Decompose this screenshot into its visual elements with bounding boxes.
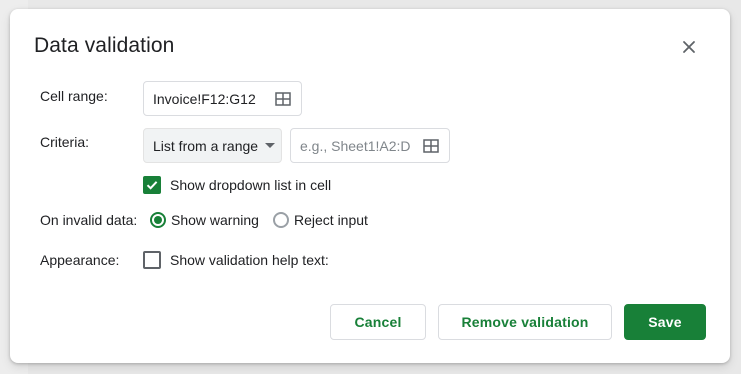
appearance-label: Appearance: [40,252,120,268]
criteria-label: Criteria: [40,134,90,150]
criteria-selected: List from a range [153,137,259,154]
on-invalid-label: On invalid data: [40,212,138,228]
checkmark-icon [146,181,158,190]
help-text-label: Show validation help text: [170,252,329,268]
cell-range-label: Cell range: [40,88,108,104]
help-text-checkbox[interactable] [143,251,161,269]
show-warning-radio[interactable] [150,212,166,228]
caret-down-icon [265,142,276,148]
grid-select-icon[interactable] [275,91,291,106]
show-warning-label: Show warning [171,212,259,228]
cancel-button[interactable]: Cancel [330,304,426,340]
criteria-range-placeholder: e.g., Sheet1!A2:D [300,137,411,154]
criteria-dropdown[interactable]: List from a range [143,128,282,163]
close-icon[interactable] [680,38,698,56]
save-button[interactable]: Save [624,304,706,340]
reject-input-label: Reject input [294,212,368,228]
show-dropdown-label: Show dropdown list in cell [170,177,332,193]
cell-range-input[interactable]: Invoice!F12:G12 [143,81,302,116]
remove-validation-button[interactable]: Remove validation [438,304,612,340]
show-dropdown-checkbox[interactable] [143,176,161,194]
grid-select-icon[interactable] [423,138,439,153]
dialog-title: Data validation [34,34,175,57]
criteria-range-input[interactable]: e.g., Sheet1!A2:D [290,128,450,163]
cell-range-value: Invoice!F12:G12 [153,90,256,107]
reject-input-radio[interactable] [273,212,289,228]
data-validation-dialog: Data validation Cell range: Invoice!F12:… [10,9,730,363]
